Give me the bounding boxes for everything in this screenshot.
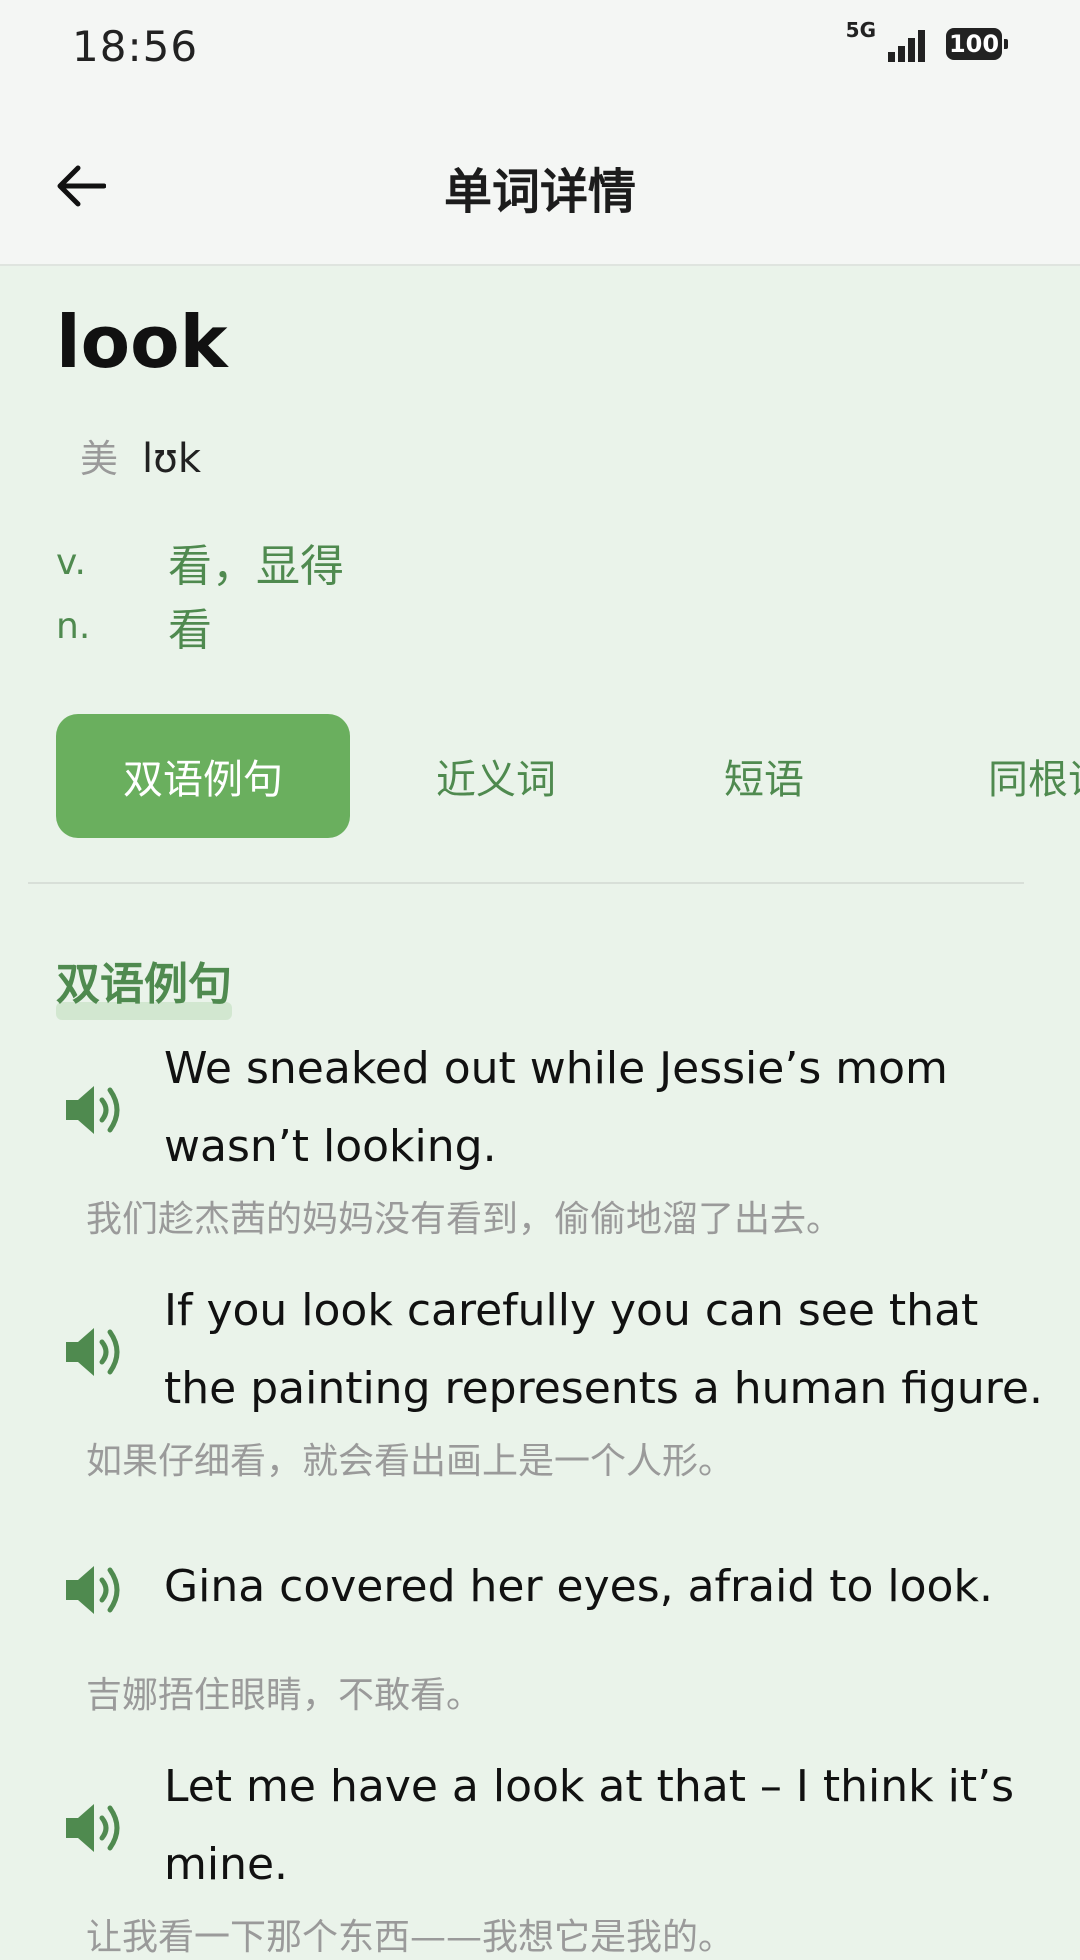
- definition-meaning: 看: [168, 605, 212, 656]
- signal-icon: [888, 30, 925, 62]
- section-title: 双语例句: [56, 948, 232, 1020]
- example-chinese: 吉娜捂住眼睛，不敢看。: [86, 1675, 483, 1716]
- speaker-icon[interactable]: [64, 1800, 126, 1856]
- phonetic-region: 美: [80, 437, 119, 481]
- definition-row: v. 看，显得: [56, 530, 344, 594]
- status-icons: 5G 100: [846, 18, 1008, 62]
- example-english: We sneaked out while Jessie’s mom wasn’t…: [164, 1043, 948, 1172]
- word-headword: look: [56, 300, 228, 384]
- example-chinese: 我们趁杰茜的妈妈没有看到，偷偷地溜了出去。: [86, 1199, 843, 1240]
- phonetic: 美 lʊk: [80, 428, 201, 483]
- status-bar: 18:56 5G 100: [0, 0, 1080, 100]
- example-chinese: 如果仔细看，就会看出画上是一个人形。: [86, 1441, 735, 1482]
- definitions: v. 看，显得 n. 看: [56, 530, 344, 658]
- example-english: Gina covered her eyes, afraid to look.: [164, 1561, 993, 1612]
- battery-icon: 100: [946, 28, 1008, 60]
- phonetic-ipa: lʊk: [142, 436, 201, 482]
- speaker-icon[interactable]: [64, 1562, 126, 1618]
- definition-meaning: 看，显得: [168, 541, 344, 592]
- part-of-speech: v.: [56, 541, 86, 583]
- tab-bilingual-examples[interactable]: 双语例句: [56, 714, 350, 838]
- tab-bar: 双语例句 近义词 短语 同根词: [56, 714, 1080, 838]
- speaker-icon[interactable]: [64, 1324, 126, 1380]
- page-title: 单词详情: [443, 164, 636, 220]
- tab-synonyms[interactable]: 近义词: [436, 714, 556, 838]
- tab-phrases[interactable]: 短语: [724, 714, 804, 838]
- part-of-speech: n.: [56, 605, 91, 647]
- divider: [28, 882, 1024, 884]
- example-english: Let me have a look at that – I think it’…: [164, 1761, 1014, 1890]
- example-english: If you look carefully you can see that t…: [164, 1285, 1043, 1414]
- network-label: 5G: [845, 18, 876, 42]
- tab-cognates[interactable]: 同根词: [988, 714, 1080, 838]
- app-bar: 单词详情: [0, 100, 1080, 266]
- status-time: 18:56: [72, 22, 199, 71]
- speaker-icon[interactable]: [64, 1082, 126, 1138]
- definition-row: n. 看: [56, 594, 344, 658]
- battery-level: 100: [948, 30, 1000, 58]
- example-chinese: 让我看一下那个东西——我想它是我的。: [86, 1917, 735, 1958]
